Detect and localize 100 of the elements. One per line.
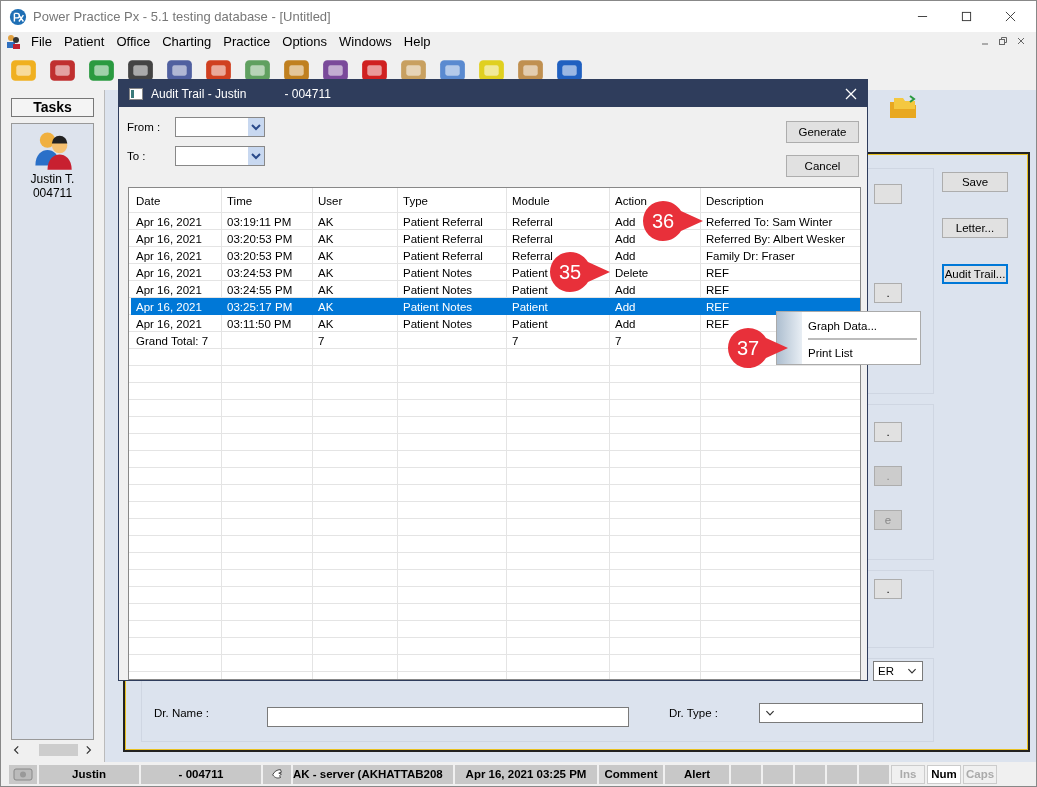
- table-cell[interactable]: Patient: [512, 283, 548, 296]
- table-cell[interactable]: REF: [706, 283, 729, 296]
- total-cell: Grand Total: 7: [136, 334, 209, 347]
- table-cell[interactable]: Referral: [512, 249, 553, 262]
- menu-item[interactable]: Options: [277, 33, 335, 49]
- dialog-button[interactable]: Generate: [786, 121, 859, 143]
- menu-gutter: [777, 312, 802, 364]
- callout-marker: 37: [726, 326, 790, 370]
- table-cell[interactable]: Family Dr: Fraser: [706, 249, 795, 262]
- form-button[interactable]: .: [874, 283, 902, 303]
- table-cell[interactable]: Apr 16, 2021: [136, 232, 202, 245]
- menu-item[interactable]: Practice: [218, 33, 278, 49]
- from-date-dropdown[interactable]: [175, 117, 265, 137]
- table-cell[interactable]: 03:24:53 PM: [227, 266, 293, 279]
- table-cell[interactable]: Add: [615, 232, 636, 245]
- table-cell[interactable]: AK: [318, 215, 334, 228]
- status-cell: [731, 764, 761, 784]
- table-cell[interactable]: Add: [615, 317, 636, 330]
- column-header[interactable]: Description: [701, 188, 860, 213]
- total-cell: 7: [615, 334, 622, 347]
- table-cell[interactable]: Delete: [615, 266, 649, 279]
- key-indicator: Ins: [891, 764, 925, 784]
- table-cell[interactable]: REF: [706, 317, 729, 330]
- table-cell[interactable]: Add: [615, 215, 636, 228]
- referral-dropdown[interactable]: ER: [873, 661, 923, 681]
- tasks-header: Tasks: [11, 98, 94, 117]
- table-cell[interactable]: Referral: [512, 232, 553, 245]
- table-cell[interactable]: REF: [706, 266, 729, 279]
- menu-item[interactable]: Windows: [334, 33, 399, 49]
- table-cell[interactable]: Patient: [512, 317, 548, 330]
- table-cell[interactable]: 03:20:53 PM: [227, 232, 293, 245]
- field-label: From :: [127, 121, 162, 133]
- dialog-title: Audit Trail - Justin: [151, 86, 247, 101]
- key-indicator: Num: [927, 764, 961, 784]
- table-cell[interactable]: Referred To: Sam Winter: [706, 215, 833, 228]
- column-header[interactable]: Time: [222, 188, 313, 213]
- table-cell[interactable]: AK: [318, 266, 334, 279]
- table-cell[interactable]: Patient Notes: [403, 283, 473, 296]
- table-cell[interactable]: Patient Notes: [403, 266, 473, 279]
- menu-item[interactable]: Charting: [157, 33, 219, 49]
- form-button[interactable]: .: [874, 422, 902, 442]
- menu-item[interactable]: Patient: [58, 33, 112, 49]
- table-cell[interactable]: 03:11:50 PM: [227, 317, 292, 330]
- table-cell[interactable]: Apr 16, 2021: [136, 283, 202, 296]
- menu-item[interactable]: Office: [111, 33, 158, 49]
- column-header[interactable]: Date: [131, 188, 222, 213]
- table-cell[interactable]: AK: [318, 317, 334, 330]
- table-cell[interactable]: Patient Referral: [403, 249, 483, 262]
- table-cell[interactable]: 03:20:53 PM: [227, 249, 293, 262]
- table-cell[interactable]: Patient: [512, 266, 548, 279]
- dr-name-field[interactable]: [267, 707, 629, 727]
- table-cell[interactable]: Referral: [512, 215, 553, 228]
- status-cell: [795, 764, 825, 784]
- app-logo-icon: [9, 7, 27, 26]
- menu-item[interactable]: Help: [398, 33, 438, 49]
- table-cell[interactable]: Add: [615, 300, 636, 313]
- table-cell[interactable]: Apr 16, 2021: [136, 249, 202, 262]
- to-date-dropdown[interactable]: [175, 146, 265, 166]
- table-cell[interactable]: AK: [318, 249, 334, 262]
- table-cell[interactable]: Referred By: Albert Wesker: [706, 232, 846, 245]
- form-button[interactable]: .: [874, 579, 902, 599]
- menu-item[interactable]: File: [26, 33, 59, 49]
- menu-item[interactable]: Graph Data...: [808, 316, 917, 336]
- form-button[interactable]: Letter...: [942, 218, 1008, 238]
- table-cell[interactable]: Apr 16, 2021: [136, 266, 202, 279]
- patient-name: Justin T.: [30, 172, 75, 186]
- table-cell[interactable]: Apr 16, 2021: [136, 317, 202, 330]
- table-cell[interactable]: AK: [318, 300, 334, 313]
- column-header[interactable]: Module: [507, 188, 610, 213]
- table-cell[interactable]: AK: [318, 283, 334, 296]
- dialog-title-id: - 004711: [284, 86, 331, 101]
- table-cell[interactable]: Add: [615, 249, 636, 262]
- table-cell[interactable]: REF: [706, 300, 729, 313]
- field-label: Dr. Type :: [668, 707, 719, 719]
- status-datetime: Apr 16, 2021 03:25 PM: [455, 764, 597, 784]
- column-header[interactable]: Action: [610, 188, 701, 213]
- window-title: Power Practice Px - 5.1 testing database - [Untitled]: [33, 9, 331, 24]
- table-cell[interactable]: 03:24:55 PM: [227, 283, 293, 296]
- maximize-icon[interactable]: [961, 11, 972, 22]
- table-cell[interactable]: Add: [615, 283, 636, 296]
- status-cell: [827, 764, 857, 784]
- table-cell[interactable]: Apr 16, 2021: [136, 215, 202, 228]
- dr-type-dropdown[interactable]: [759, 703, 923, 723]
- table-cell[interactable]: 03:19:11 PM: [227, 215, 292, 228]
- table-cell[interactable]: Patient Referral: [403, 215, 483, 228]
- column-header[interactable]: User: [313, 188, 398, 213]
- form-button[interactable]: Save: [942, 172, 1008, 192]
- column-header[interactable]: Type: [398, 188, 507, 213]
- table-cell[interactable]: AK: [318, 232, 334, 245]
- key-indicator: Caps: [963, 764, 997, 784]
- status-alert[interactable]: Alert: [665, 764, 729, 784]
- status-comment[interactable]: Comment: [599, 764, 663, 784]
- restore-icon[interactable]: [998, 36, 1008, 46]
- total-cell: 7: [318, 334, 325, 347]
- menu-item[interactable]: Print List: [808, 343, 917, 363]
- table-cell[interactable]: Patient Referral: [403, 232, 483, 245]
- dialog-button[interactable]: Cancel: [786, 155, 859, 177]
- table-cell[interactable]: Patient Notes: [403, 317, 473, 330]
- status-server: AK - server (AKHATTAB208: [293, 764, 453, 784]
- form-button[interactable]: Audit Trail...: [942, 264, 1008, 284]
